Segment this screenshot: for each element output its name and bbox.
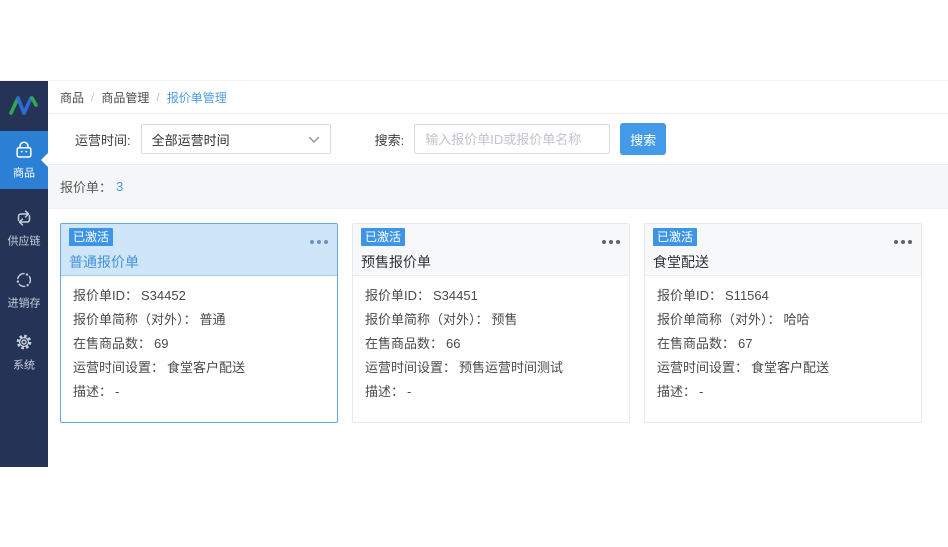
operation-time-select[interactable]: 全部运营时间 [141,124,331,154]
card-row-description: 描述：- [365,380,617,404]
card-title: 预售报价单 [361,252,619,272]
card-row-on-sale-count: 在售商品数：66 [365,332,617,356]
operation-time-label: 运营时间: [75,130,131,149]
brand-logo-icon [7,92,41,118]
card-row-short-name: 报价单简称（对外）：普通 [73,308,325,332]
card-title: 普通报价单 [69,252,327,272]
search-button[interactable]: 搜索 [620,123,666,155]
app-window: 商品 供应链 [0,80,948,467]
breadcrumb: 商品 / 商品管理 / 报价单管理 [48,81,948,114]
card-header: 已激活 预售报价单 [353,224,629,276]
breadcrumb-item-quotation-management[interactable]: 报价单管理 [167,89,227,106]
card-row-operation-time: 运营时间设置：食堂客户配送 [657,356,909,380]
quotation-count-value: 3 [116,179,123,194]
card-title: 食堂配送 [653,252,911,272]
sidebar: 商品 供应链 [0,81,48,467]
quotation-card[interactable]: 已激活 食堂配送 报价单ID：S11564 报价单简称（对外）：哈哈 在售商品数… [644,223,922,423]
gear-icon [13,331,35,353]
sidebar-item-label: 进销存 [7,295,40,311]
chevron-down-icon [308,132,320,147]
card-body: 报价单ID：S34452 报价单简称（对外）：普通 在售商品数：69 运营时间设… [61,276,337,404]
sidebar-item-label: 商品 [13,165,35,181]
shopping-bag-icon [13,139,35,161]
quotation-card[interactable]: 已激活 预售报价单 报价单ID：S34451 报价单简称（对外）：预售 在售商品… [352,223,630,423]
card-body: 报价单ID：S11564 报价单简称（对外）：哈哈 在售商品数：67 运营时间设… [645,276,921,404]
status-badge: 已激活 [361,228,405,246]
sidebar-item-system[interactable]: 系统 [0,329,48,375]
swap-arrows-icon [13,207,35,229]
card-row-id: 报价单ID：S34452 [73,284,325,308]
more-icon[interactable] [901,240,905,244]
sidebar-item-label: 系统 [13,357,35,373]
card-header: 已激活 普通报价单 [61,224,337,276]
status-badge: 已激活 [69,228,113,246]
card-row-id: 报价单ID：S34451 [365,284,617,308]
card-row-short-name: 报价单简称（对外）：哈哈 [657,308,909,332]
card-row-on-sale-count: 在售商品数：69 [73,332,325,356]
search-input[interactable] [414,124,610,154]
breadcrumb-item-goods[interactable]: 商品 [60,89,84,106]
search-label: 搜索: [375,130,405,149]
card-row-operation-time: 运营时间设置：预售运营时间测试 [365,356,617,380]
brand-logo [0,81,48,129]
more-icon[interactable] [609,240,613,244]
sidebar-item-inventory[interactable]: 进销存 [0,267,48,313]
card-row-description: 描述：- [73,380,325,404]
sidebar-item-label: 供应链 [7,233,40,249]
operation-time-selected-value: 全部运营时间 [152,130,230,149]
status-badge: 已激活 [653,228,697,246]
active-notch [41,153,48,167]
filter-bar: 运营时间: 全部运营时间 搜索: 搜索 [48,114,948,165]
card-row-description: 描述：- [657,380,909,404]
breadcrumb-item-goods-management[interactable]: 商品管理 [101,89,149,106]
main-content: 商品 / 商品管理 / 报价单管理 运营时间: 全部运营时间 搜索: 搜索 报价… [48,81,948,467]
card-row-short-name: 报价单简称（对外）：预售 [365,308,617,332]
sidebar-item-supply-chain[interactable]: 供应链 [0,205,48,251]
card-row-operation-time: 运营时间设置：食堂客户配送 [73,356,325,380]
card-row-id: 报价单ID：S11564 [657,284,909,308]
breadcrumb-separator: / [91,90,94,104]
quotation-card-list: 已激活 普通报价单 报价单ID：S34452 报价单简称（对外）：普通 在售商品… [48,209,948,467]
card-body: 报价单ID：S34451 报价单简称（对外）：预售 在售商品数：66 运营时间设… [353,276,629,404]
more-icon[interactable] [317,240,321,244]
breadcrumb-separator: / [156,90,159,104]
card-row-on-sale-count: 在售商品数：67 [657,332,909,356]
sidebar-item-goods[interactable]: 商品 [0,131,48,189]
quotation-card[interactable]: 已激活 普通报价单 报价单ID：S34452 报价单简称（对外）：普通 在售商品… [60,223,338,423]
card-header: 已激活 食堂配送 [645,224,921,276]
share-nodes-icon [13,269,35,291]
quotation-count-label: 报价单： [60,177,112,196]
quotation-count-band: 报价单： 3 [48,165,948,209]
